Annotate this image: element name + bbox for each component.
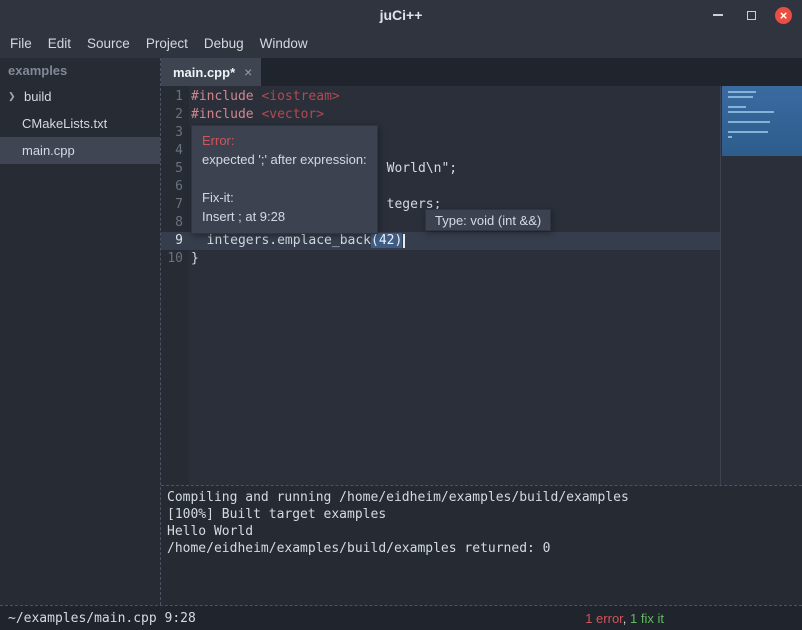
line-number-4: 4: [161, 142, 189, 160]
menu-item-debug[interactable]: Debug: [196, 30, 252, 58]
line-number-6: 6: [161, 178, 189, 196]
sidebar-item-build[interactable]: ❯build: [0, 83, 160, 110]
overview-code-line: [728, 136, 732, 138]
overview-code-line: [728, 106, 746, 108]
code-token: #include: [191, 107, 261, 122]
code-token: }: [191, 251, 199, 266]
status-file-location: ~/examples/main.cpp 9:28: [8, 611, 196, 626]
line-number-3: 3: [161, 124, 189, 142]
status-error-count: 1 error: [585, 611, 623, 626]
sidebar-item-main-cpp[interactable]: main.cpp: [0, 137, 160, 164]
app-window: juCi++ × FileEditSourceProjectDebugWindo…: [0, 0, 802, 630]
titlebar: juCi++ ×: [0, 0, 802, 30]
sidebar-item-label: build: [24, 89, 51, 104]
status-fixit-count: 1 fix it: [630, 611, 664, 626]
code-line-10[interactable]: }: [189, 250, 720, 268]
tab-main-cpp[interactable]: main.cpp* ×: [161, 58, 261, 86]
file-tree-sidebar: examples ❯build CMakeLists.txt main.cpp: [0, 58, 160, 605]
fixit-suggestion: Insert ; at 9:28: [202, 207, 367, 226]
terminal-line: Compiling and running /home/eidheim/exam…: [167, 489, 802, 506]
chevron-right-icon: ❯: [8, 91, 24, 102]
menu-item-file[interactable]: File: [2, 30, 40, 58]
window-title: juCi++: [380, 7, 423, 23]
text-cursor: [403, 234, 405, 248]
editor-right-margin: [720, 86, 802, 485]
menu-item-project[interactable]: Project: [138, 30, 196, 58]
line-number-7: 7: [161, 196, 189, 214]
menu-item-source[interactable]: Source: [79, 30, 138, 58]
code-token: World\n";: [387, 161, 457, 176]
minimize-button[interactable]: [709, 6, 727, 24]
code-token: (42): [371, 233, 402, 248]
tab-close-icon[interactable]: ×: [244, 65, 252, 79]
code-line-9[interactable]: integers.emplace_back(42): [189, 232, 720, 250]
fixit-label: Fix-it:: [202, 188, 367, 207]
terminal-output[interactable]: Compiling and running /home/eidheim/exam…: [161, 485, 802, 605]
line-number-8: 8: [161, 214, 189, 232]
diagnostic-title: Error:: [202, 131, 367, 150]
overview-code-line: [728, 96, 753, 98]
close-button[interactable]: ×: [775, 7, 792, 24]
type-tooltip: Type: void (int &&): [425, 209, 551, 231]
editor-column: main.cpp* × 12345678910 #include <iostrea…: [160, 58, 802, 605]
overview-code-line: [728, 131, 768, 133]
overview-code-line: [728, 111, 774, 113]
menu-item-edit[interactable]: Edit: [40, 30, 79, 58]
terminal-line: [100%] Built target examples: [167, 506, 802, 523]
terminal-line: Hello World: [167, 523, 802, 540]
code-token: <iostream>: [261, 89, 339, 104]
tab-label: main.cpp*: [173, 65, 235, 80]
editor[interactable]: 12345678910 #include <iostream>#include …: [161, 86, 802, 485]
line-number-10: 10: [161, 250, 189, 268]
menubar: FileEditSourceProjectDebugWindow: [0, 30, 802, 58]
restore-icon: [747, 11, 756, 20]
line-number-1: 1: [161, 88, 189, 106]
overview-code-line: [728, 91, 756, 93]
terminal-line: /home/eidheim/examples/build/examples re…: [167, 540, 802, 557]
code-line-2[interactable]: #include <vector>: [189, 106, 720, 124]
tooltip-spacer: [202, 169, 367, 188]
minimize-icon: [713, 14, 723, 16]
sidebar-item-label: CMakeLists.txt: [22, 116, 107, 131]
file-tree: ❯build CMakeLists.txt main.cpp: [0, 83, 160, 164]
diagnostic-tooltip: Error: expected ';' after expression: Fi…: [191, 125, 378, 234]
status-diagnostics: 1 error, 1 fix it: [585, 611, 664, 626]
source-overview-map[interactable]: [722, 86, 802, 156]
sidebar-item-label: main.cpp: [22, 143, 75, 158]
code-token: <vector>: [261, 107, 324, 122]
status-separator: ,: [623, 611, 630, 626]
line-number-2: 2: [161, 106, 189, 124]
sidebar-item-cmakelists-txt[interactable]: CMakeLists.txt: [0, 110, 160, 137]
line-number-gutter: 12345678910: [161, 86, 189, 485]
line-number-9: 9: [161, 232, 189, 250]
close-icon: ×: [780, 8, 788, 23]
code-token: #include: [191, 89, 261, 104]
diagnostic-message: expected ';' after expression:: [202, 150, 367, 169]
statusbar: ~/examples/main.cpp 9:28 1 error, 1 fix …: [0, 605, 802, 630]
line-number-5: 5: [161, 160, 189, 178]
code-token: integers.emplace_back: [191, 233, 371, 248]
restore-button[interactable]: [742, 6, 760, 24]
menu-item-window[interactable]: Window: [252, 30, 316, 58]
project-name: examples: [0, 58, 160, 83]
tabbar: main.cpp* ×: [161, 58, 802, 86]
code-line-1[interactable]: #include <iostream>: [189, 88, 720, 106]
window-controls: ×: [709, 0, 792, 30]
main-area: examples ❯build CMakeLists.txt main.cpp ma…: [0, 58, 802, 605]
overview-code-line: [728, 121, 770, 123]
